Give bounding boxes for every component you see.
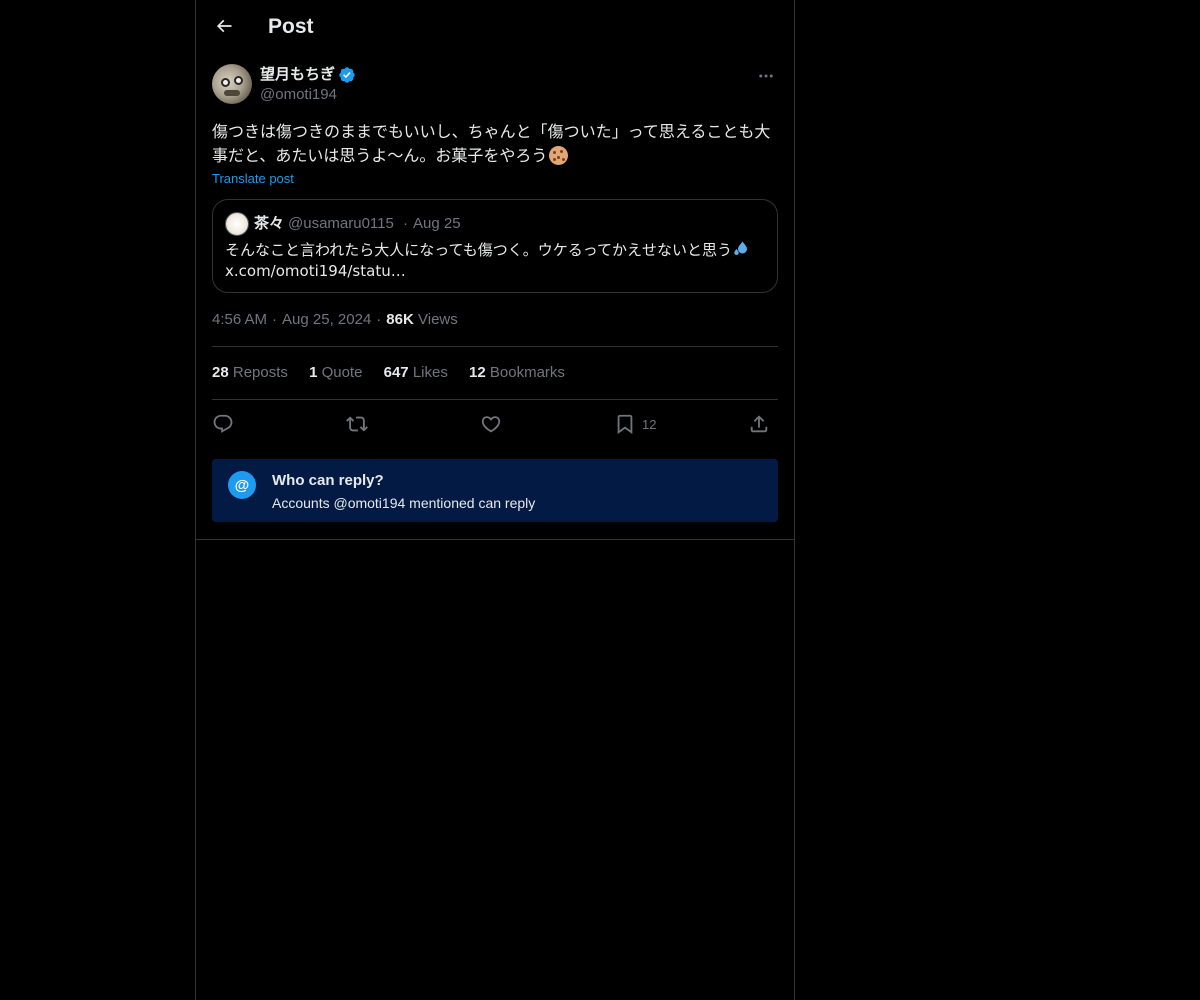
share-icon bbox=[750, 415, 768, 433]
arrow-left-icon bbox=[216, 19, 232, 33]
more-options-button[interactable] bbox=[754, 64, 778, 88]
share-button[interactable] bbox=[748, 409, 770, 439]
page-title: Post bbox=[268, 15, 314, 38]
back-button[interactable] bbox=[208, 10, 240, 42]
post-time[interactable]: 4:56 AM bbox=[212, 311, 267, 328]
stat-bookmarks[interactable]: 12 Bookmarks bbox=[469, 363, 565, 383]
post-meta: 4:56 AM · Aug 25, 2024 · 86K Views bbox=[212, 310, 458, 330]
quoted-post[interactable]: 茶々 @usamaru0115 · Aug 25 そんなこと言われたら大人になっ… bbox=[212, 199, 778, 293]
quoted-avatar[interactable] bbox=[225, 212, 249, 236]
quoted-separator: · bbox=[403, 215, 408, 232]
bookmark-count: 12 bbox=[642, 416, 657, 432]
who-can-reply-subtitle: Accounts @omoti194 mentioned can reply bbox=[272, 495, 536, 511]
post-author: 望月もちぎ @omoti194 bbox=[212, 64, 778, 108]
views-label: Views bbox=[418, 311, 458, 328]
engagement-stats: 28 Reposts 1 Quote 647 Likes 12 Bookmark… bbox=[212, 363, 582, 383]
sweat-droplets-icon bbox=[734, 241, 748, 255]
who-can-reply-title: Who can reply? bbox=[272, 472, 384, 489]
meta-separator: · bbox=[272, 311, 278, 328]
post-body: 傷つきは傷つきのままでもいいし、ちゃんと「傷ついた」って思えることも大事だと、あ… bbox=[212, 120, 782, 168]
author-display-name[interactable]: 望月もちぎ bbox=[260, 65, 335, 85]
page-header: Post bbox=[196, 0, 794, 53]
stat-quotes[interactable]: 1 Quote bbox=[309, 363, 362, 383]
bookmark-icon bbox=[617, 414, 633, 435]
stat-likes[interactable]: 647 Likes bbox=[384, 363, 448, 383]
divider bbox=[196, 539, 794, 540]
at-sign-icon: @ bbox=[228, 471, 256, 499]
quoted-display-name[interactable]: 茶々 bbox=[254, 214, 284, 234]
quoted-date[interactable]: Aug 25 bbox=[413, 214, 461, 234]
post-date[interactable]: Aug 25, 2024 bbox=[282, 311, 371, 328]
quoted-text: そんなこと言われたら大人になっても傷つく。ウケるってかえせないと思う bbox=[225, 241, 733, 259]
verified-badge-icon bbox=[339, 67, 355, 83]
quoted-link[interactable]: x.com/omoti194/statu… bbox=[225, 262, 406, 280]
translate-post-link[interactable]: Translate post bbox=[212, 170, 294, 188]
views-count: 86K bbox=[386, 311, 414, 328]
post-text: 傷つきは傷つきのままでもいいし、ちゃんと「傷ついた」って思えることも大事だと、あ… bbox=[212, 122, 771, 165]
bookmark-button[interactable]: 12 bbox=[614, 409, 656, 439]
who-can-reply-notice: @ Who can reply? Accounts @omoti194 ment… bbox=[212, 459, 778, 522]
more-horizontal-icon bbox=[759, 74, 773, 78]
main-column: Post 望月もちぎ @omoti194 傷つきは傷つきのままでもいいし、ちゃん… bbox=[195, 0, 795, 1000]
meta-separator: · bbox=[376, 311, 382, 328]
quoted-body: そんなこと言われたら大人になっても傷つく。ウケるってかえせないと思う x.com… bbox=[225, 240, 765, 282]
divider bbox=[212, 346, 778, 347]
heart-icon bbox=[481, 416, 501, 433]
cookie-icon bbox=[549, 146, 569, 165]
reply-icon bbox=[213, 414, 233, 433]
repost-button[interactable] bbox=[346, 409, 368, 439]
divider bbox=[212, 399, 778, 400]
quoted-handle[interactable]: @usamaru0115 bbox=[288, 214, 394, 234]
like-button[interactable] bbox=[480, 409, 502, 439]
repost-icon bbox=[346, 416, 368, 432]
author-handle[interactable]: @omoti194 bbox=[260, 85, 337, 105]
reply-button[interactable] bbox=[212, 409, 234, 439]
avatar[interactable] bbox=[212, 64, 252, 104]
action-bar: 12 bbox=[212, 409, 778, 439]
stat-reposts[interactable]: 28 Reposts bbox=[212, 363, 288, 383]
